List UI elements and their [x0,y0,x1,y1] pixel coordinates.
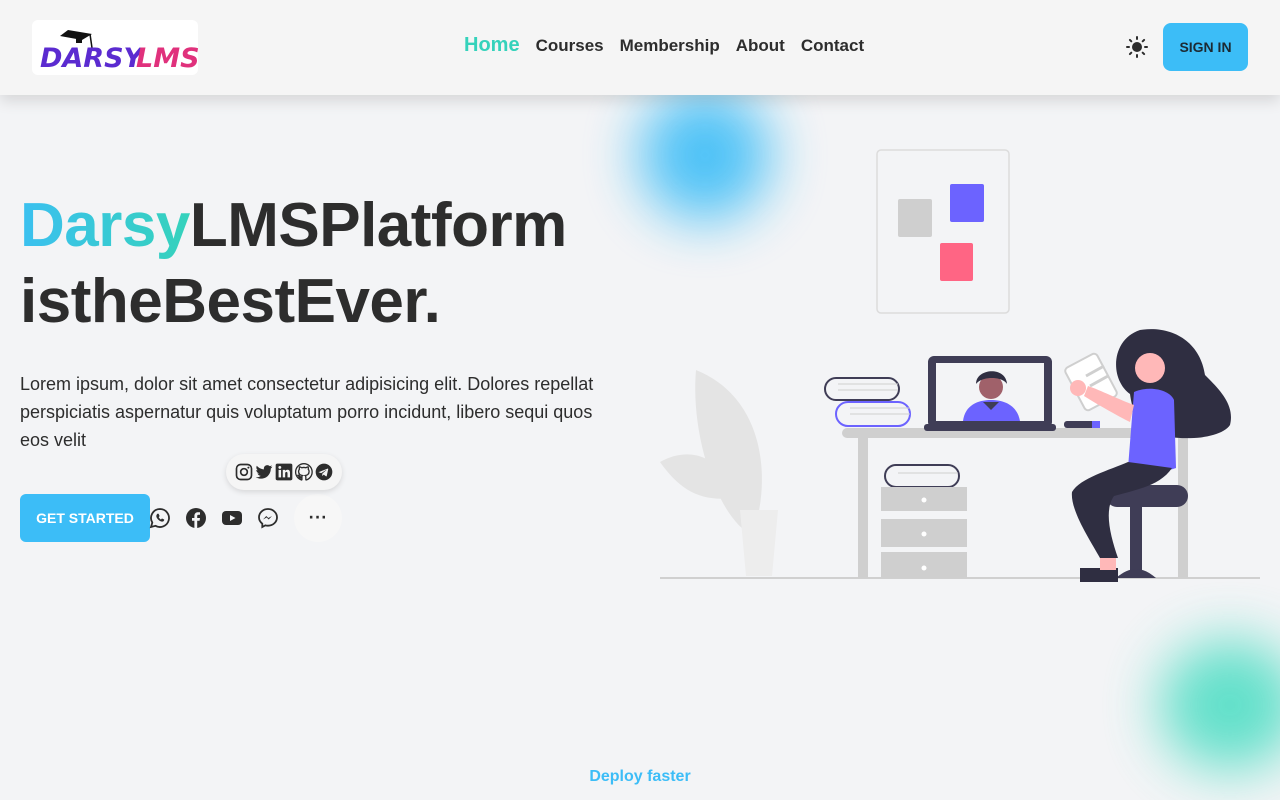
decorative-green-blob [1160,640,1280,770]
hero-description: Lorem ipsum, dolor sit amet consectetur … [20,374,594,450]
hero-title-line2: istheBestEver. [20,267,441,336]
hero-title: DarsyLMSPlatform istheBestEver. [20,188,567,340]
sign-in-button[interactable]: SIGN IN [1163,23,1248,71]
svg-text:LMS: LMS [136,43,198,74]
nav-home[interactable]: Home [464,34,520,57]
hero-illustration [660,149,1260,582]
hero-title-rest: LMSPlatform [189,191,567,260]
instagram-icon[interactable] [234,462,254,482]
twitter-icon[interactable] [254,462,274,482]
nav-courses[interactable]: Courses [536,36,604,56]
youtube-icon[interactable] [220,506,244,530]
logo[interactable]: DARSY LMS [32,20,198,75]
facebook-icon[interactable] [184,506,208,530]
site-header: DARSY LMS Home Courses Membership About … [0,0,1280,95]
nav-about[interactable]: About [736,36,785,56]
telegram-icon[interactable] [314,462,334,482]
svg-text:DARSY: DARSY [40,43,146,74]
share-row [148,506,292,530]
nav-membership[interactable]: Membership [620,36,720,56]
hero-title-brand: Darsy [20,191,190,260]
logo-image: DARSY LMS [40,30,198,74]
github-icon[interactable] [294,462,314,482]
nav-contact[interactable]: Contact [801,36,864,56]
sun-icon[interactable] [1125,35,1149,59]
section-hint: Deploy faster [589,768,691,785]
share-popup [226,454,342,490]
main-nav: Home Courses Membership About Contact [464,34,864,57]
whatsapp-icon[interactable] [148,506,172,530]
get-started-button[interactable]: GET STARTED [20,494,150,542]
messenger-icon[interactable] [256,506,280,530]
more-share-button[interactable]: ··· [294,494,342,542]
linkedin-icon[interactable] [274,462,294,482]
